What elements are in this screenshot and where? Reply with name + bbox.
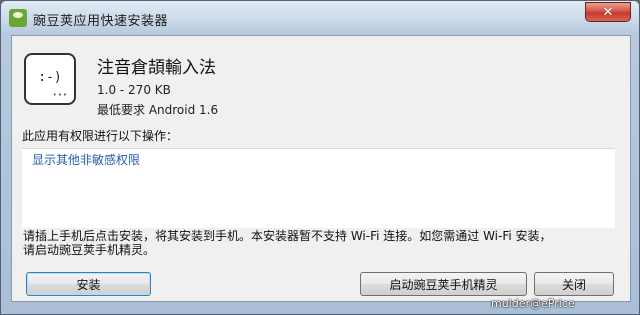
window-close-button[interactable]: ✕ (585, 2, 631, 22)
install-button[interactable]: 安装 (26, 272, 151, 296)
app-name: 注音倉頡輸入法 (97, 58, 216, 78)
bean-shape (13, 12, 23, 18)
window-title: 豌豆荚应用快速安装器 (33, 14, 169, 29)
app-icon-face: :-) (38, 70, 62, 85)
permission-item-show-other[interactable]: 显示其他非敏感权限 (32, 151, 140, 168)
launch-assistant-button[interactable]: 启动豌豆荚手机精灵 (360, 272, 527, 296)
close-icon: ✕ (602, 4, 614, 20)
install-note: 请插上手机后点击安装，将其安装到手机。本安装器暂不支持 Wi-Fi 连接。如您需… (23, 229, 623, 257)
close-button[interactable]: 关闭 (534, 272, 614, 296)
permissions-list[interactable]: 显示其他非敏感权限 (22, 148, 615, 228)
install-note-line-1: 请插上手机后点击安装，将其安装到手机。本安装器暂不支持 Wi-Fi 连接。如您需… (23, 229, 552, 243)
app-requirement: 最低要求 Android 1.6 (97, 103, 219, 117)
app-version-size: 1.0 - 270 KB (97, 83, 171, 97)
installer-window: 豌豆荚应用快速安装器 ✕ :-) ••• 注音倉頡輸入法 1.0 - 270 K… (0, 0, 640, 315)
watermark: mulder@ePrice (491, 297, 575, 310)
dialog-body: :-) ••• 注音倉頡輸入法 1.0 - 270 KB 最低要求 Androi… (11, 35, 631, 302)
wandoujia-logo-icon (9, 9, 27, 27)
app-package-icon: :-) ••• (24, 53, 76, 105)
permissions-title: 此应用有权限进行以下操作： (22, 129, 179, 143)
app-icon-dots: ••• (52, 91, 68, 99)
title-bar[interactable]: 豌豆荚应用快速安装器 ✕ (1, 1, 639, 35)
install-note-line-2: 请启动豌豆荚手机精灵。 (23, 243, 156, 257)
